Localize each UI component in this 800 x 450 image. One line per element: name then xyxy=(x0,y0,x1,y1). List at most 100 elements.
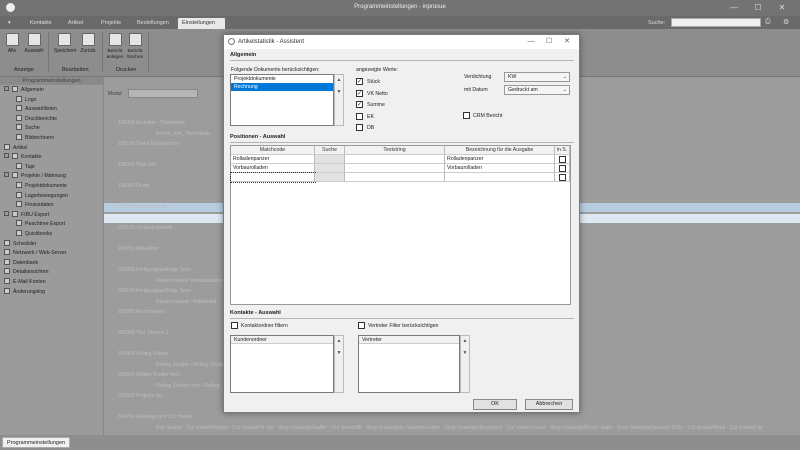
grid-cell-textstring[interactable] xyxy=(345,155,445,164)
scroll-down-icon[interactable]: ▼ xyxy=(461,349,469,357)
list-item[interactable]: Projektdokumente xyxy=(231,75,333,83)
nav-item[interactable]: Lagerbewegungen xyxy=(16,191,68,200)
collapse-icon[interactable] xyxy=(4,210,9,216)
dialog-close-button[interactable]: ✕ xyxy=(560,37,574,47)
settings-icon[interactable]: ⚙ xyxy=(783,18,793,27)
nav-item[interactable]: Artikel xyxy=(4,143,27,152)
in-s-checkbox[interactable] xyxy=(559,156,566,163)
nav-item[interactable]: Projekte / Mahnung xyxy=(4,172,66,180)
nav-item[interactable]: Finanzdaten xyxy=(16,201,54,209)
grid-cell-in-s[interactable] xyxy=(555,155,570,164)
column-header-textstring[interactable]: Textstring xyxy=(345,146,445,155)
value-checkbox[interactable] xyxy=(356,112,363,120)
grid-cell-suche[interactable] xyxy=(315,173,345,182)
vertreter-scrollbar[interactable]: ▲ ▼ xyxy=(460,335,470,393)
print-icon[interactable]: ⎙ xyxy=(765,18,775,27)
back-button[interactable]: Zurück xyxy=(78,32,98,64)
kundenordner-list[interactable]: Kundenordner xyxy=(230,335,334,393)
nav-item[interactable]: Scheduler xyxy=(4,239,36,248)
collapse-icon[interactable] xyxy=(4,172,9,178)
dialog-minimize-button[interactable]: — xyxy=(524,37,538,47)
nav-item[interactable]: Quickbooks xyxy=(16,230,52,238)
tab-artikel[interactable]: Artikel xyxy=(64,18,87,29)
scroll-down-icon[interactable]: ▼ xyxy=(335,349,343,357)
value-checkbox[interactable]: ✓ xyxy=(356,101,363,108)
collapse-icon[interactable] xyxy=(4,86,9,91)
nav-item[interactable]: Auswahllisten xyxy=(16,105,57,113)
show-all-button[interactable]: Alle xyxy=(2,32,22,64)
value-checkbox[interactable] xyxy=(356,124,363,131)
nav-item[interactable]: Logo xyxy=(16,95,37,104)
grid-cell-in-s[interactable] xyxy=(555,164,570,173)
column-header-bezeichnung[interactable]: Bezeichnung für die Ausgabe xyxy=(445,146,555,155)
maximize-button[interactable]: ☐ xyxy=(748,2,768,14)
tab-bestellungen[interactable]: Bestellungen xyxy=(133,18,173,29)
tab-einstellungen[interactable]: Einstellungen xyxy=(178,18,225,29)
create-report-button[interactable]: Bericht anlegen xyxy=(106,32,124,64)
grid-cell-bezeichnung[interactable] xyxy=(445,173,555,182)
scroll-down-icon[interactable]: ▼ xyxy=(335,88,343,96)
grid-cell-suche[interactable] xyxy=(315,155,345,164)
collapse-icon[interactable] xyxy=(4,153,9,159)
value-checkbox[interactable]: ✓ xyxy=(356,89,363,97)
grid-cell-bezeichnung[interactable]: Vorbaurolladen xyxy=(445,164,555,173)
column-header-in-s[interactable]: in S. xyxy=(555,146,570,155)
save-button[interactable]: Speichern xyxy=(54,32,77,64)
in-s-checkbox[interactable] xyxy=(559,174,566,181)
nav-item[interactable]: Kontakte xyxy=(4,153,41,161)
grid-cell-in-s[interactable] xyxy=(555,173,570,182)
tab-kontakte[interactable]: Kontakte xyxy=(26,18,56,29)
value-checkbox[interactable]: ✓ xyxy=(356,78,363,85)
grid-cell-textstring[interactable] xyxy=(345,164,445,173)
search-input[interactable] xyxy=(671,18,761,27)
nav-item[interactable]: Suche xyxy=(16,124,40,132)
list-item[interactable]: Rechnung xyxy=(231,83,333,91)
close-button[interactable]: ✕ xyxy=(772,2,792,14)
nav-item[interactable]: Druckberichte xyxy=(16,114,57,123)
open-tab[interactable]: Programmeinstellungen xyxy=(2,437,71,448)
documents-list[interactable]: Projektdokumente Rechnung xyxy=(230,74,334,126)
cancel-button[interactable]: Abbrechen xyxy=(525,399,573,410)
grid-cell-bezeichnung[interactable]: Rolladenpanzer xyxy=(445,155,555,164)
grid-cell-matchcode[interactable] xyxy=(230,172,316,183)
vertreter-list[interactable]: Vertreter xyxy=(358,335,460,393)
datum-select[interactable]: Gedruckt am ⌄ xyxy=(504,85,570,95)
minimize-button[interactable]: — xyxy=(724,2,744,14)
grid-cell-matchcode[interactable]: Rolladenpanzer xyxy=(231,155,315,164)
nav-item[interactable]: Projektdokumente xyxy=(16,182,67,190)
selection-button[interactable]: Auswahl xyxy=(24,32,44,64)
verdichtung-select[interactable]: KW ⌄ xyxy=(504,72,570,82)
nav-item[interactable]: Allgemein xyxy=(4,86,44,94)
nav-item[interactable]: Datenbank xyxy=(4,258,38,267)
column-header-suche[interactable]: Suche xyxy=(315,146,345,155)
scroll-up-icon[interactable]: ▲ xyxy=(335,337,343,345)
grid-cell-textstring[interactable] xyxy=(345,173,445,182)
nav-item[interactable]: FIBU Export xyxy=(4,210,49,219)
table-row[interactable]: Roll Shutter - Cut sheets/Hinged - Cut s… xyxy=(104,424,800,433)
nav-item[interactable]: Tapi xyxy=(16,162,35,171)
grid-cell-suche[interactable] xyxy=(315,164,345,173)
dialog-maximize-button[interactable]: ☐ xyxy=(542,37,556,47)
kontaktordner-checkbox[interactable] xyxy=(231,322,238,329)
quick-access-icon[interactable]: ▾ xyxy=(4,18,18,29)
ok-button[interactable]: OK xyxy=(473,399,517,410)
documents-scrollbar[interactable]: ▲ ▼ xyxy=(334,74,344,126)
modul-select[interactable] xyxy=(128,89,198,98)
scroll-up-icon[interactable]: ▲ xyxy=(461,337,469,345)
nav-item[interactable]: E-Mail Konten xyxy=(4,278,46,286)
kundenordner-scrollbar[interactable]: ▲ ▼ xyxy=(334,335,344,393)
nav-item[interactable]: Netzwerk / Web-Server xyxy=(4,249,67,257)
tab-projekte[interactable]: Projekte xyxy=(97,18,125,29)
nav-item[interactable]: Änderungslog xyxy=(4,287,45,296)
delete-report-button[interactable]: Bericht löschen xyxy=(126,32,144,64)
vertreter-checkbox[interactable] xyxy=(358,322,365,329)
in-s-checkbox[interactable] xyxy=(559,165,566,172)
table-row[interactable]: 300700 Drawings and Cut sheets xyxy=(104,413,800,422)
nav-item[interactable]: Peachtree Export xyxy=(16,220,65,228)
grid-cell-matchcode[interactable]: Vorbaurolladen xyxy=(231,164,315,173)
crm-checkbox[interactable] xyxy=(463,112,470,119)
scroll-up-icon[interactable]: ▲ xyxy=(335,76,343,84)
nav-item[interactable]: Detailansichten xyxy=(4,268,48,276)
nav-item[interactable]: Bildrechnern xyxy=(16,134,54,142)
column-header-matchcode[interactable]: Matchcode xyxy=(231,146,315,155)
